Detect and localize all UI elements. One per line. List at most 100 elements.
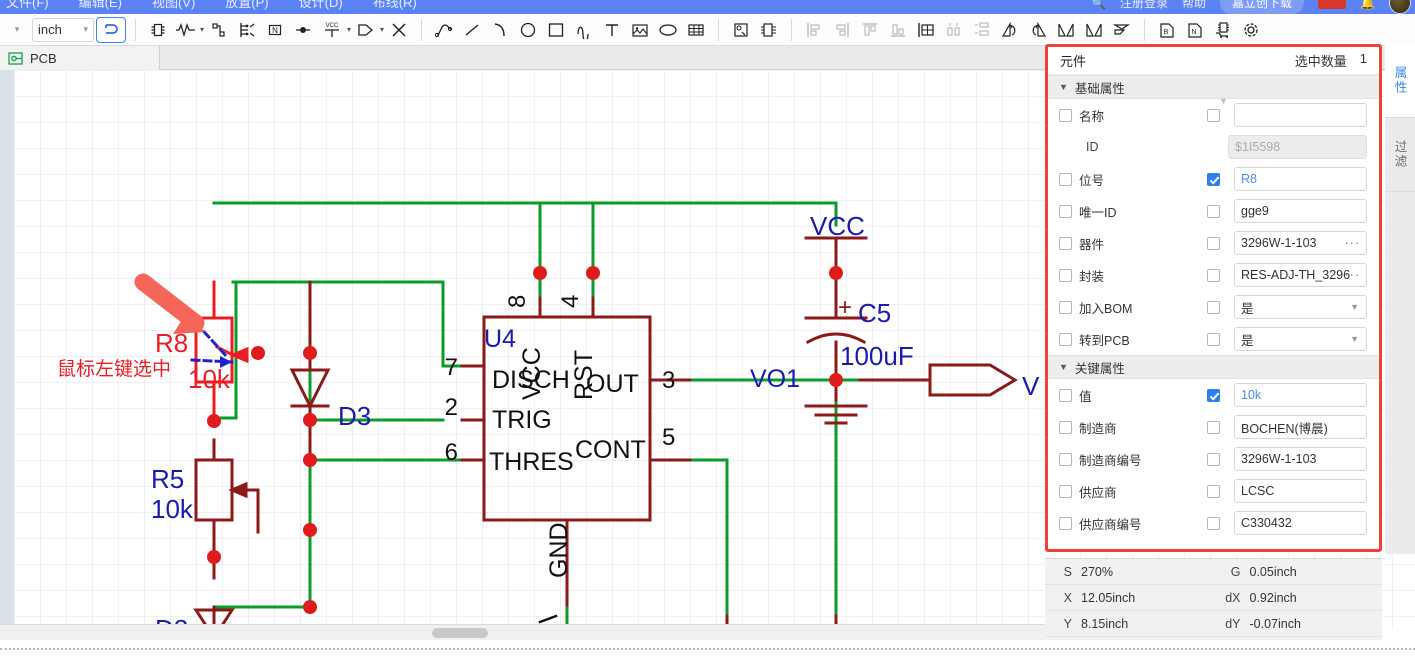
- align-left-button[interactable]: [801, 17, 827, 43]
- unit-select[interactable]: inch ▾: [32, 17, 94, 42]
- account-label[interactable]: 注册登录: [1120, 0, 1168, 11]
- chevron-down-icon[interactable]: ▾: [347, 25, 351, 34]
- help-label[interactable]: 帮助: [1182, 0, 1206, 11]
- value-checkbox-footprint[interactable]: [1207, 268, 1220, 282]
- value-checkbox-designator[interactable]: [1207, 172, 1220, 186]
- distribute-h-button[interactable]: [941, 17, 967, 43]
- sidetab-properties[interactable]: 属性: [1385, 44, 1415, 118]
- horizontal-scrollbar[interactable]: [0, 624, 1045, 640]
- draw-rect-button[interactable]: [543, 17, 569, 43]
- menu-item-file[interactable]: 文件(F): [6, 0, 49, 11]
- input-mpn[interactable]: 3296W-1-103: [1234, 447, 1367, 471]
- draw-arc-button[interactable]: [487, 17, 513, 43]
- more-options-icon[interactable]: ···: [1345, 268, 1361, 282]
- row-checkbox-supplier[interactable]: [1059, 484, 1072, 498]
- place-component-button[interactable]: [145, 17, 171, 43]
- align-top-button[interactable]: [857, 17, 883, 43]
- more-options-icon[interactable]: ···: [1345, 236, 1361, 250]
- draw-ellipse-button[interactable]: [655, 17, 681, 43]
- align-right-button[interactable]: [829, 17, 855, 43]
- place-nodelete-button[interactable]: [386, 17, 412, 43]
- menu-item-route[interactable]: 布线(R): [373, 0, 417, 11]
- row-checkbox-topcb[interactable]: [1059, 332, 1072, 346]
- chevron-down-icon[interactable]: ▾: [380, 25, 384, 34]
- panel-collapse-caret[interactable]: ▼: [1219, 96, 1228, 106]
- distribute-v-button[interactable]: [969, 17, 995, 43]
- draw-circle-button[interactable]: [515, 17, 541, 43]
- chevron-down-icon[interactable]: ▼: [1350, 302, 1359, 312]
- component-attr-button[interactable]: [756, 17, 782, 43]
- menu-item-view[interactable]: 视图(V): [152, 0, 195, 11]
- toolbar-overflow-caret[interactable]: ▾: [4, 17, 30, 43]
- input-supplier[interactable]: LCSC: [1234, 479, 1367, 503]
- chevron-down-icon[interactable]: ▾: [200, 25, 204, 34]
- value-checkbox-manufacturer[interactable]: [1207, 420, 1220, 434]
- bell-icon[interactable]: 🔔: [1360, 0, 1375, 10]
- chevron-down-icon[interactable]: ▼: [1350, 334, 1359, 344]
- draw-text-button[interactable]: [599, 17, 625, 43]
- row-checkbox-device[interactable]: [1059, 236, 1072, 250]
- place-resistor-button[interactable]: [173, 17, 199, 43]
- value-checkbox-device[interactable]: [1207, 236, 1220, 250]
- place-symbol-button[interactable]: [353, 17, 379, 43]
- mirror-button[interactable]: [1109, 17, 1135, 43]
- draw-line-button[interactable]: [459, 17, 485, 43]
- draw-bezier-button[interactable]: [431, 17, 457, 43]
- gear-button[interactable]: [1238, 17, 1264, 43]
- section-key-attributes[interactable]: ▼ 关键属性: [1048, 355, 1379, 379]
- input-spn[interactable]: C330432: [1234, 511, 1367, 535]
- sidetab-filter[interactable]: 过滤: [1385, 118, 1415, 192]
- row-checkbox-manufacturer[interactable]: [1059, 420, 1072, 434]
- place-junction-button[interactable]: [290, 17, 316, 43]
- value-checkbox-topcb[interactable]: [1207, 332, 1220, 346]
- value-checkbox-addbom[interactable]: [1207, 300, 1220, 314]
- value-checkbox-mpn[interactable]: [1207, 452, 1220, 466]
- align-grid-button[interactable]: [913, 17, 939, 43]
- scrollbar-thumb[interactable]: [432, 628, 488, 638]
- search-icon[interactable]: 🔍: [1091, 0, 1106, 10]
- menu-item-edit[interactable]: 编辑(E): [79, 0, 122, 11]
- place-symbol-group[interactable]: ▾: [353, 17, 384, 43]
- magnet-snap-button[interactable]: [96, 16, 126, 43]
- input-name[interactable]: [1234, 103, 1367, 127]
- section-basic-attributes[interactable]: ▼ 基础属性: [1048, 75, 1379, 99]
- value-checkbox-name[interactable]: [1207, 108, 1220, 122]
- row-checkbox-footprint[interactable]: [1059, 268, 1072, 282]
- value-checkbox-uniqueid[interactable]: [1207, 204, 1220, 218]
- row-checkbox-name[interactable]: [1059, 108, 1072, 122]
- place-netflag-group[interactable]: VCC ▾: [318, 17, 351, 43]
- flip-v-button[interactable]: [1081, 17, 1107, 43]
- menu-item-design[interactable]: 设计(D): [299, 0, 343, 11]
- menu-item-place[interactable]: 放置(P): [225, 0, 268, 11]
- input-uniqueid[interactable]: gge9: [1234, 199, 1367, 223]
- tab-pcb[interactable]: PCB: [0, 46, 160, 70]
- flip-h-button[interactable]: [1053, 17, 1079, 43]
- rotate-cw-button[interactable]: [1025, 17, 1051, 43]
- input-manufacturer[interactable]: BOCHEN(博晨): [1234, 415, 1367, 439]
- place-netlabel-button[interactable]: N: [262, 17, 288, 43]
- download-pill[interactable]: 嘉立创下载: [1220, 0, 1305, 14]
- rotate-ccw-button[interactable]: [997, 17, 1023, 43]
- user-avatar[interactable]: [1389, 0, 1411, 14]
- input-value[interactable]: 10k: [1234, 383, 1367, 407]
- row-checkbox-mpn[interactable]: [1059, 452, 1072, 466]
- place-bus-button[interactable]: [234, 17, 260, 43]
- row-checkbox-uniqueid[interactable]: [1059, 204, 1072, 218]
- place-wire-button[interactable]: [206, 17, 232, 43]
- row-checkbox-spn[interactable]: [1059, 516, 1072, 530]
- value-checkbox-supplier[interactable]: [1207, 484, 1220, 498]
- attribute-button[interactable]: [728, 17, 754, 43]
- value-checkbox-value[interactable]: [1207, 388, 1220, 402]
- netlist-doc-button[interactable]: N: [1182, 17, 1208, 43]
- value-checkbox-spn[interactable]: [1207, 516, 1220, 530]
- bom-doc-button[interactable]: B: [1154, 17, 1180, 43]
- input-designator[interactable]: R8: [1234, 167, 1367, 191]
- row-checkbox-value[interactable]: [1059, 388, 1072, 402]
- draw-table-button[interactable]: [683, 17, 709, 43]
- place-resistor-group[interactable]: ▾: [173, 17, 204, 43]
- draw-image-button[interactable]: [627, 17, 653, 43]
- place-netflag-button[interactable]: VCC: [318, 17, 346, 43]
- cart-chip-button[interactable]: [1210, 17, 1236, 43]
- align-bottom-button[interactable]: [885, 17, 911, 43]
- row-checkbox-designator[interactable]: [1059, 172, 1072, 186]
